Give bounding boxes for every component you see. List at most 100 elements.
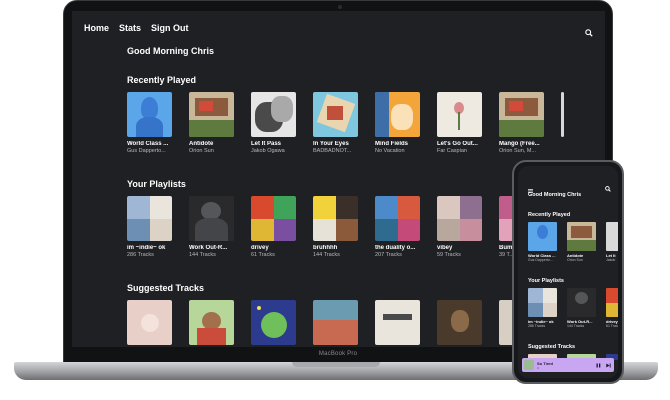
recent-card[interactable]: Mango (Free... Orion Sun, M... [499, 92, 544, 154]
card-subtitle: 144 Tracks [313, 252, 340, 258]
nav-sign-out[interactable]: Sign Out [151, 23, 189, 35]
suggested-card[interactable] [313, 300, 358, 345]
suggested-row [127, 300, 514, 345]
suggested-card[interactable] [251, 300, 296, 345]
card-subtitle: 144 Tracks [567, 324, 585, 328]
phone-screen: Good Morning Chris Recently Played World… [518, 166, 618, 378]
phone-playlist-card[interactable]: im ~indie~ ok 286 Tracks [528, 288, 557, 328]
suggested-card[interactable] [437, 300, 482, 345]
recent-card[interactable]: In Your Eyes BADBADNOT... [313, 92, 358, 154]
recent-card[interactable]: Let It Pass Jakob Ogawa [251, 92, 296, 154]
album-art [567, 222, 596, 251]
playlist-card[interactable]: Work Out-R... 144 Tracks [189, 196, 234, 258]
phone-section-suggested: Suggested Tracks [528, 344, 576, 350]
card-title: Mind Fields [375, 141, 408, 147]
card-title: bruhhhh [313, 245, 338, 251]
nav-home[interactable]: Home [84, 23, 109, 35]
recent-card-partial[interactable] [561, 92, 564, 154]
playlist-art [127, 196, 172, 241]
phone-playlist-card-partial[interactable]: drivey 61 Tracks [606, 288, 618, 328]
search-icon[interactable] [605, 179, 611, 192]
card-title: im ~indie~ ok [127, 245, 166, 251]
album-art [189, 92, 234, 137]
laptop-notch [292, 362, 380, 367]
card-title: vibey [437, 245, 453, 251]
now-playing-art [524, 360, 534, 370]
phone-recent-card[interactable]: World Class ... Gus Dapperto... [528, 222, 557, 262]
album-art [375, 92, 420, 137]
playlist-art [528, 288, 557, 317]
playlist-art [251, 196, 296, 241]
suggested-card[interactable] [375, 300, 420, 345]
recent-card[interactable]: Let's Go Out... Far Caspian [437, 92, 482, 154]
playlist-card[interactable]: im ~indie~ ok 286 Tracks [127, 196, 172, 258]
phone-greeting: Good Morning Chris [528, 192, 582, 198]
album-art [499, 92, 544, 137]
playlist-art [606, 288, 618, 317]
now-playing-bar[interactable]: So Tired rl [522, 358, 614, 372]
card-title: Work Out-R... [189, 245, 228, 251]
album-art [528, 222, 557, 251]
album-art [437, 92, 482, 137]
album-art [313, 92, 358, 137]
playlist-card[interactable]: vibey 59 Tracks [437, 196, 482, 258]
card-subtitle: Orion Sun [567, 258, 583, 262]
phone-playlist-card[interactable]: Work Out-R... 144 Tracks [567, 288, 596, 328]
card-title: Antidote [189, 141, 214, 147]
album-art [251, 92, 296, 137]
card-title: Let It Pass [251, 141, 282, 147]
now-playing-artist: rl [537, 365, 539, 370]
playlist-card[interactable]: drivey 61 Tracks [251, 196, 296, 258]
playlist-card[interactable]: the duality o... 207 Tracks [375, 196, 420, 258]
search-icon[interactable] [585, 24, 593, 37]
suggested-card[interactable] [127, 300, 172, 345]
card-subtitle: Orion Sun, M... [499, 148, 536, 154]
playlist-art [313, 196, 358, 241]
playlist-art [567, 288, 596, 317]
card-title: Mango (Free... [499, 141, 540, 147]
card-title: Let's Go Out... [437, 141, 478, 147]
card-subtitle: 286 Tracks [528, 324, 546, 328]
recent-card[interactable]: Mind Fields No Vacation [375, 92, 420, 154]
album-art [127, 92, 172, 137]
phone-frame: Good Morning Chris Recently Played World… [512, 160, 624, 384]
phone-recent-card[interactable]: Antidote Orion Sun [567, 222, 596, 262]
recent-row: World Class ... Gus Dapperto... Antidote… [127, 92, 564, 154]
album-art [437, 300, 482, 345]
phone-recent-card-partial[interactable]: Let It Jakob [606, 222, 618, 262]
album-art [561, 92, 564, 137]
album-art [375, 300, 420, 345]
playlist-art [437, 196, 482, 241]
phone-section-recent: Recently Played [528, 212, 571, 218]
playlist-card[interactable]: bruhhhh 144 Tracks [313, 196, 358, 258]
pause-icon[interactable] [594, 361, 602, 369]
top-nav: Home Stats Sign Out [84, 23, 189, 35]
phone-recent-row: World Class ... Gus Dapperto... Antidote… [528, 222, 618, 262]
card-subtitle: Jakob Ogawa [251, 148, 285, 154]
menu-icon[interactable] [528, 180, 533, 193]
card-subtitle: 286 Tracks [127, 252, 154, 258]
card-title: the duality o... [375, 245, 416, 251]
section-title-recent: Recently Played [127, 75, 197, 85]
phone-section-playlists: Your Playlists [528, 278, 564, 284]
now-playing-info: So Tired rl [537, 361, 594, 370]
card-subtitle: Jakob [606, 258, 616, 262]
playlist-art [189, 196, 234, 241]
section-title-suggested: Suggested Tracks [127, 283, 205, 293]
camera [338, 5, 342, 9]
album-art [189, 300, 234, 345]
card-subtitle: 61 Tracks [251, 252, 275, 258]
suggested-card[interactable] [189, 300, 234, 345]
skip-next-icon[interactable] [604, 361, 612, 369]
card-subtitle: Orion Sun [189, 148, 214, 154]
recent-card[interactable]: Antidote Orion Sun [189, 92, 234, 154]
album-art [313, 300, 358, 345]
album-art [127, 300, 172, 345]
card-subtitle: BADBADNOT... [313, 148, 352, 154]
playlist-art [375, 196, 420, 241]
card-subtitle: 59 Tracks [437, 252, 461, 258]
section-title-playlists: Your Playlists [127, 179, 186, 189]
album-art [251, 300, 296, 345]
nav-stats[interactable]: Stats [119, 23, 141, 35]
recent-card[interactable]: World Class ... Gus Dapperto... [127, 92, 172, 154]
